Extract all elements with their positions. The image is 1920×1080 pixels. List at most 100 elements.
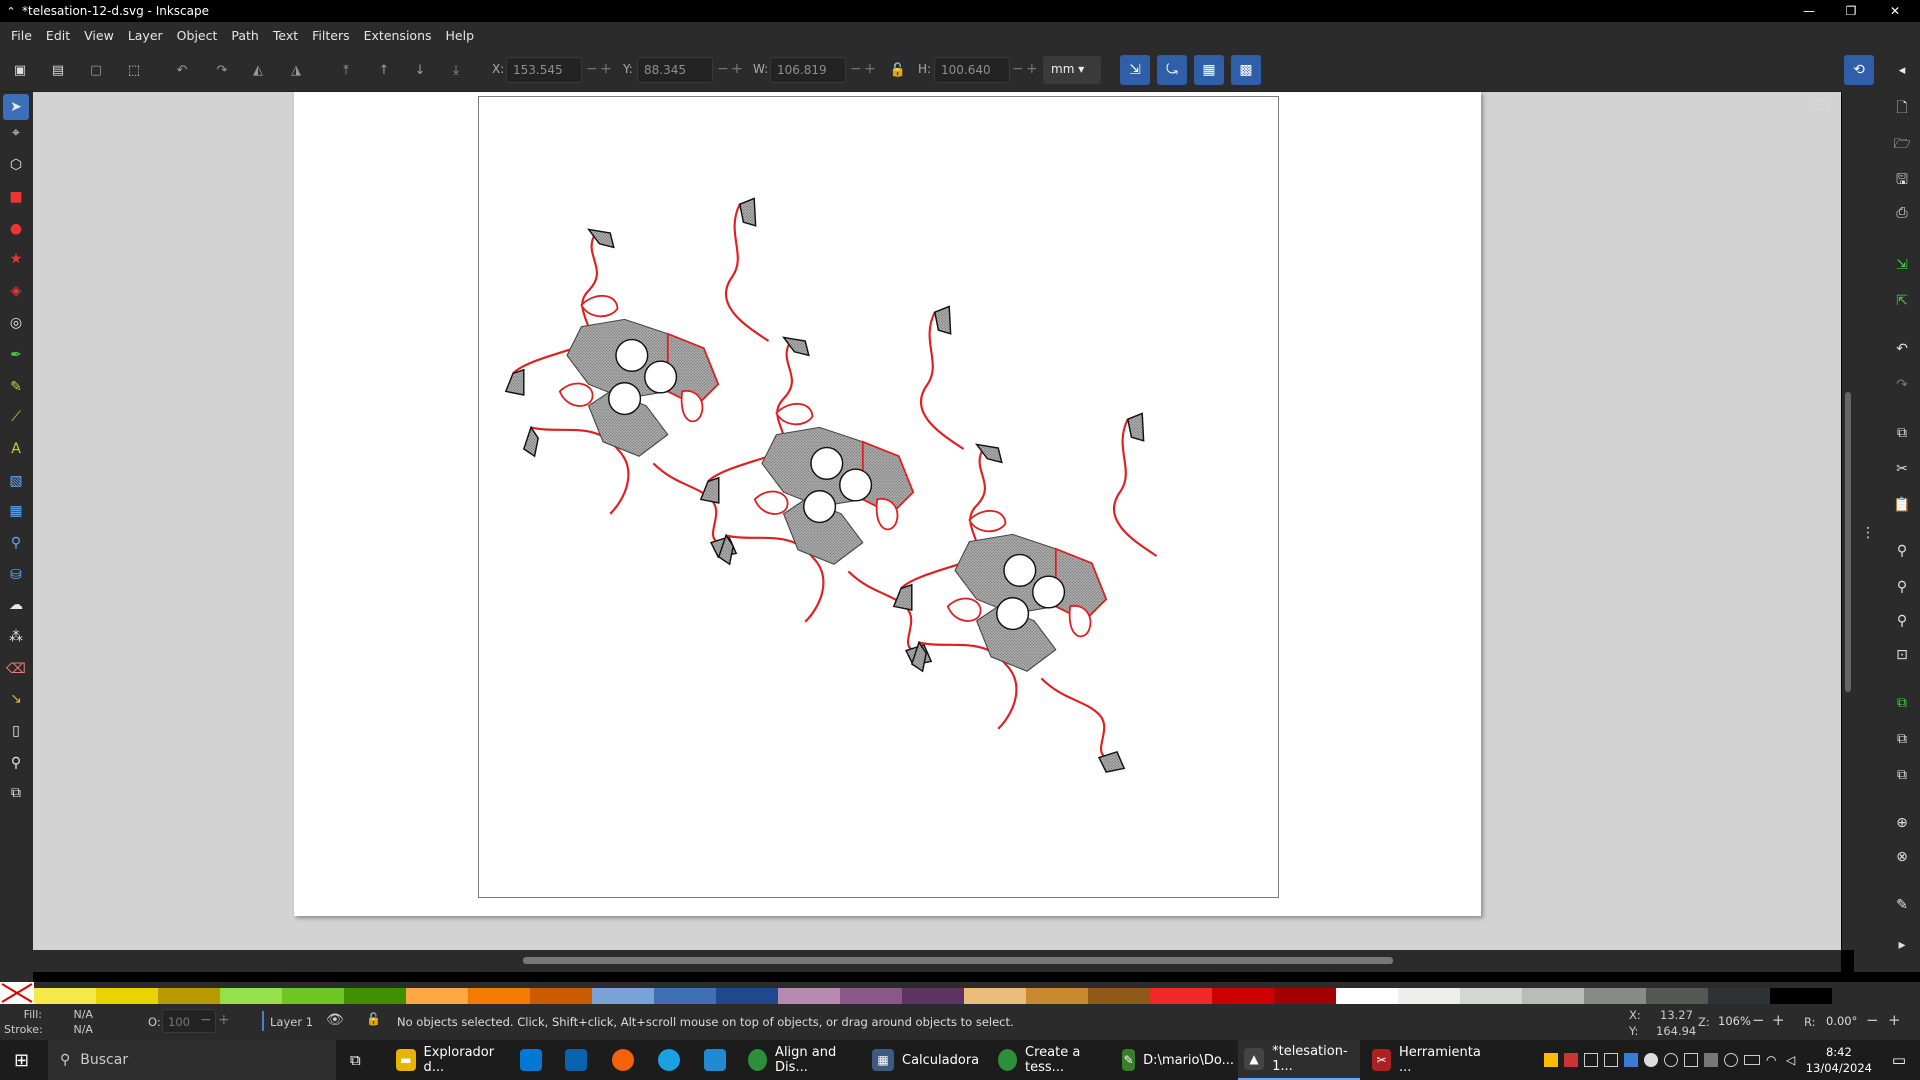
wifi-icon[interactable]: ◠: [1766, 1053, 1780, 1067]
fill-stroke-indicator[interactable]: Fill: N/A Stroke: N/A: [4, 1007, 93, 1037]
flip-vertical-icon[interactable]: ◮: [284, 58, 308, 82]
taskbar-app-chrome-align[interactable]: Align and Dis...: [742, 1040, 860, 1080]
menu-extensions[interactable]: Extensions: [357, 28, 439, 43]
shape-builder-icon[interactable]: ⬡: [3, 152, 29, 178]
h-field[interactable]: 100.640: [934, 57, 1010, 83]
mail-icon[interactable]: [565, 1049, 587, 1071]
task-view-icon[interactable]: ⧉: [350, 1051, 361, 1069]
ungroup-icon[interactable]: ⊗: [1888, 844, 1916, 870]
palette-swatch[interactable]: [1274, 988, 1336, 1004]
h-decrement-icon[interactable]: −: [1012, 61, 1024, 77]
move-patterns-icon[interactable]: ▩: [1231, 55, 1261, 85]
tray-window-icon[interactable]: [1584, 1053, 1598, 1067]
start-icon[interactable]: ⊞: [14, 1050, 29, 1071]
calligraphy-tool-icon[interactable]: ⟋: [3, 404, 29, 430]
xml-editor-icon[interactable]: ✎: [1888, 892, 1916, 918]
import-icon[interactable]: ⇲: [1888, 252, 1916, 278]
palette-swatch[interactable]: [282, 988, 344, 1004]
palette-swatch[interactable]: [158, 988, 220, 1004]
taskbar-app-chrome-tess[interactable]: Create a tess...: [992, 1040, 1110, 1080]
eraser-tool-icon[interactable]: ⌫: [3, 656, 29, 682]
tray-usb-icon[interactable]: [1684, 1053, 1698, 1067]
no-paint-swatch[interactable]: [0, 982, 34, 1004]
clock[interactable]: 8:42 13/04/2024: [1806, 1044, 1872, 1076]
menu-filters[interactable]: Filters: [305, 28, 356, 43]
print-icon[interactable]: ⎙: [1888, 200, 1916, 226]
lower-to-bottom-icon[interactable]: ⤓: [444, 58, 468, 82]
lock-proportions-icon[interactable]: 🔓: [886, 58, 910, 82]
x-decrement-icon[interactable]: −: [586, 61, 598, 77]
clone-icon[interactable]: ⧉: [1888, 726, 1916, 752]
display-mode-icon[interactable]: 🖵: [1808, 92, 1836, 118]
battery-icon[interactable]: [1744, 1055, 1760, 1065]
export-icon[interactable]: ⇱: [1888, 288, 1916, 314]
palette-swatch[interactable]: [1708, 988, 1770, 1004]
tray-bluetooth-icon[interactable]: [1624, 1053, 1638, 1067]
zoom-center-icon[interactable]: ⊡: [1888, 642, 1916, 668]
notifications-icon[interactable]: ▭: [1892, 1051, 1906, 1069]
rectangle-tool-icon[interactable]: ■: [3, 184, 29, 210]
zoom-page-icon[interactable]: ⚲: [1888, 608, 1916, 634]
palette-swatches[interactable]: [34, 988, 1832, 1004]
tray-gear-icon[interactable]: [1724, 1053, 1738, 1067]
palette-swatch[interactable]: [1026, 988, 1088, 1004]
select-all-icon[interactable]: ▣: [8, 58, 32, 82]
snap-popover-icon[interactable]: ◂: [1890, 58, 1914, 82]
vertical-scrollbar[interactable]: [1842, 92, 1854, 950]
taskbar-app-notepad[interactable]: ✎ D:\mario\Do...: [1116, 1040, 1234, 1080]
expand-panel-icon[interactable]: ▸: [1888, 932, 1916, 958]
rotate-decrement-icon[interactable]: −: [1866, 1011, 1879, 1029]
drive-icon[interactable]: [1544, 1053, 1558, 1067]
vertical-scroll-thumb[interactable]: [1845, 392, 1851, 692]
palette-swatch[interactable]: [1150, 988, 1212, 1004]
text-tool-icon[interactable]: A: [3, 436, 29, 462]
lower-icon[interactable]: ↓: [408, 58, 432, 82]
palette-swatch[interactable]: [1770, 988, 1832, 1004]
zoom-in-icon[interactable]: +: [1772, 1011, 1785, 1029]
volume-icon[interactable]: ◁: [1786, 1053, 1800, 1067]
x-increment-icon[interactable]: +: [600, 61, 612, 77]
node-tool-icon[interactable]: ⌖: [3, 120, 29, 146]
open-document-icon[interactable]: 🗁: [1888, 132, 1916, 158]
restore-button[interactable]: ❐: [1828, 0, 1874, 22]
copy-icon[interactable]: ⧉: [1888, 420, 1916, 446]
zoom-drawing-icon[interactable]: ⚲: [1888, 574, 1916, 600]
rotate-ccw-icon[interactable]: ↶: [170, 58, 194, 82]
paste-icon[interactable]: 📋: [1888, 492, 1916, 518]
move-gradients-icon[interactable]: ▦: [1194, 55, 1224, 85]
palette-swatch[interactable]: [34, 988, 96, 1004]
unit-select[interactable]: mm ▾: [1043, 56, 1101, 84]
palette-swatch[interactable]: [902, 988, 964, 1004]
more-options-icon[interactable]: ⋮: [1854, 520, 1882, 546]
horizontal-scrollbar[interactable]: [33, 950, 1841, 972]
layer-visibility-icon[interactable]: 👁: [326, 1012, 344, 1028]
taskbar-app-calculator[interactable]: ▦ Calculadora: [866, 1040, 986, 1080]
firefox-icon[interactable]: [612, 1049, 634, 1071]
undo-icon[interactable]: ↶: [1888, 336, 1916, 362]
w-decrement-icon[interactable]: −: [850, 61, 862, 77]
zoom-tool-icon[interactable]: ⚲: [3, 750, 29, 776]
palette-swatch[interactable]: [220, 988, 282, 1004]
scale-corners-icon[interactable]: ⤿: [1157, 55, 1187, 85]
palette-swatch[interactable]: [96, 988, 158, 1004]
palette-swatch[interactable]: [1584, 988, 1646, 1004]
store-icon[interactable]: [520, 1049, 542, 1071]
cut-icon[interactable]: ✂: [1888, 456, 1916, 482]
deselect-icon[interactable]: ▢: [84, 58, 108, 82]
mesh-tool-icon[interactable]: ▦: [3, 498, 29, 524]
zoom-out-icon[interactable]: −: [1752, 1011, 1765, 1029]
pages-tool-icon[interactable]: ⧉: [3, 780, 29, 806]
opacity-increment-icon[interactable]: +: [218, 1012, 230, 1028]
tray-app-icon[interactable]: [1564, 1053, 1578, 1067]
tray-pen-icon[interactable]: [1704, 1053, 1718, 1067]
palette-swatch[interactable]: [716, 988, 778, 1004]
taskbar-app-tool[interactable]: ✂ Herramienta ...: [1366, 1040, 1484, 1080]
menu-text[interactable]: Text: [266, 28, 305, 43]
taskbar-app-inkscape[interactable]: ▲ *telesation-1...: [1238, 1040, 1360, 1080]
palette-swatch[interactable]: [1336, 988, 1398, 1004]
horizontal-scroll-thumb[interactable]: [523, 957, 1393, 964]
palette-swatch[interactable]: [964, 988, 1026, 1004]
flip-horizontal-icon[interactable]: ◭: [246, 58, 270, 82]
spiral-tool-icon[interactable]: ◎: [3, 310, 29, 336]
rotate-field[interactable]: 0.00°: [1822, 1010, 1866, 1032]
